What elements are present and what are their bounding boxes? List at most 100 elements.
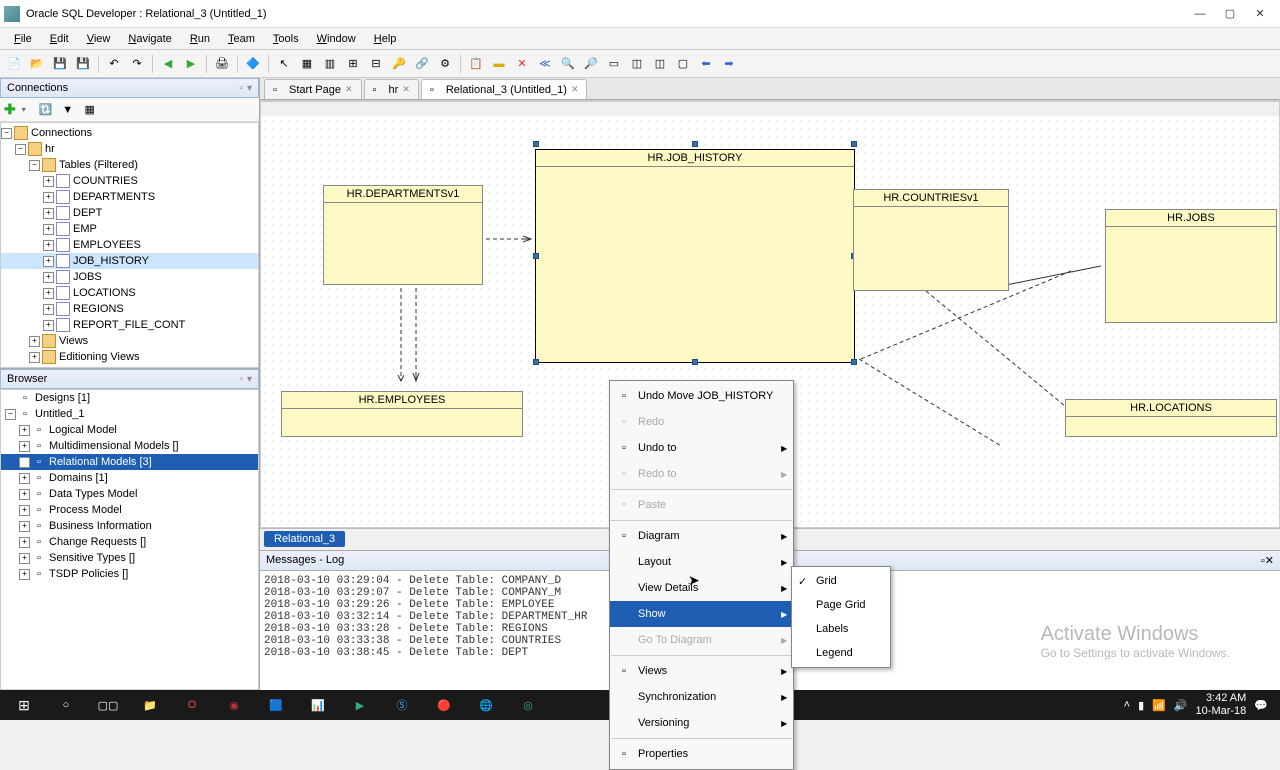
tree-item[interactable]: +COUNTRIES [1, 173, 258, 189]
print-icon[interactable]: 🖨 [212, 54, 232, 74]
save-icon[interactable]: 💾 [50, 54, 70, 74]
menu-window[interactable]: Window [309, 30, 364, 48]
new-icon[interactable]: 📄 [4, 54, 24, 74]
dm-icon[interactable]: 🔷 [243, 54, 263, 74]
browser-item[interactable]: +▫TSDP Policies [] [1, 566, 258, 582]
delete-icon[interactable]: ✕ [512, 54, 532, 74]
browser-item[interactable]: ▫Designs [1] [1, 390, 258, 406]
browser-item[interactable]: +▫Multidimensional Models [] [1, 438, 258, 454]
tree-item[interactable]: −hr [1, 141, 258, 157]
ctx-undo-move-job-history[interactable]: ▫Undo Move JOB_HISTORY [610, 383, 793, 409]
cortana-icon[interactable]: ○ [46, 691, 86, 719]
pk-icon[interactable]: 🔑 [389, 54, 409, 74]
redo-icon[interactable]: ↷ [127, 54, 147, 74]
table-icon[interactable]: ▦ [297, 54, 317, 74]
speaker-icon[interactable]: 🔊 [1174, 699, 1188, 712]
ctx-show[interactable]: Show▶ [610, 601, 793, 627]
zoom-out-icon[interactable]: 🔍 [558, 54, 578, 74]
minimize-button[interactable]: — [1192, 6, 1208, 22]
display-icon[interactable]: ▢ [673, 54, 693, 74]
explorer-icon[interactable]: 📁 [130, 691, 170, 719]
tree-item[interactable]: +REGIONS [1, 301, 258, 317]
task-view-icon[interactable]: ▢▢ [88, 691, 128, 719]
show-submenu[interactable]: ✓GridPage GridLabelsLegend [791, 566, 891, 668]
tree-item[interactable]: +DEPT [1, 205, 258, 221]
notifications-icon[interactable]: 💬 [1254, 699, 1268, 712]
clock[interactable]: 3:42 AM 10-Mar-18 [1196, 692, 1247, 718]
panel-min-icon[interactable]: ▫ [239, 374, 243, 385]
browser-item[interactable]: +▫Domains [1] [1, 470, 258, 486]
tree-item[interactable]: +EMP [1, 221, 258, 237]
view-icon[interactable]: ▥ [320, 54, 340, 74]
tree-item[interactable]: +EMPLOYEES [1, 237, 258, 253]
entity-HR-DEPARTMENTSv1[interactable]: HR.DEPARTMENTSv1 [323, 185, 483, 285]
app-icon[interactable]: ◎ [508, 691, 548, 719]
add-connection-icon[interactable]: ✚ [4, 101, 16, 118]
tree-item[interactable]: +DEPARTMENTS [1, 189, 258, 205]
sqldev-icon[interactable]: ▶ [340, 691, 380, 719]
tab-relational-3-untitled-1-[interactable]: ▫Relational_3 (Untitled_1)✕ [421, 79, 588, 99]
browser-item[interactable]: −▫Untitled_1 [1, 406, 258, 422]
browser-item[interactable]: +▫Logical Model [1, 422, 258, 438]
ctx-diagram[interactable]: ▫Diagram▶ [610, 523, 793, 549]
tray-chevron-icon[interactable]: ˄ [1124, 699, 1130, 711]
layout1-icon[interactable]: ◫ [627, 54, 647, 74]
app-icon[interactable]: 📊 [298, 691, 338, 719]
maximize-button[interactable]: ▢ [1222, 6, 1238, 22]
ctx-versioning[interactable]: Versioning▶ [610, 710, 793, 736]
refresh-icon[interactable]: 🔃 [38, 102, 54, 118]
app-icon[interactable]: 🟦 [256, 691, 296, 719]
sub-labels[interactable]: Labels [792, 617, 890, 641]
ctx-layout[interactable]: Layout▶ [610, 549, 793, 575]
tree-item[interactable]: +LOCATIONS [1, 285, 258, 301]
fit-icon[interactable]: ▭ [604, 54, 624, 74]
entity-HR-EMPLOYEES[interactable]: HR.EMPLOYEES [281, 391, 523, 437]
tab-close-icon[interactable]: ✕ [571, 84, 579, 95]
split-icon[interactable]: ⊞ [343, 54, 363, 74]
menu-run[interactable]: Run [182, 30, 218, 48]
forward-icon[interactable]: ➡ [719, 54, 739, 74]
note-icon[interactable]: ▬ [489, 54, 509, 74]
tab-start-page[interactable]: ▫Start Page✕ [264, 79, 362, 99]
skype-icon[interactable]: Ⓢ [382, 691, 422, 719]
menu-help[interactable]: Help [366, 30, 405, 48]
browser-tree[interactable]: ▫Designs [1]−▫Untitled_1+▫Logical Model+… [0, 389, 259, 690]
ddl-icon[interactable]: 📋 [466, 54, 486, 74]
tab-close-icon[interactable]: ✕ [402, 84, 410, 95]
menu-view[interactable]: View [79, 30, 119, 48]
browser-item[interactable]: +▫Process Model [1, 502, 258, 518]
tree-item[interactable]: +Editioning Views [1, 349, 258, 365]
system-tray[interactable]: ˄ ▮ 📶 🔊 3:42 AM 10-Mar-18 💬 [1124, 692, 1276, 718]
merge-icon[interactable]: ⊟ [366, 54, 386, 74]
menu-tools[interactable]: Tools [265, 30, 307, 48]
context-menu[interactable]: ▫Undo Move JOB_HISTORY▫Redo▫Undo to▶▫Red… [609, 380, 794, 770]
panel-close-icon[interactable]: ▾ [247, 83, 252, 94]
open-icon[interactable]: 📂 [27, 54, 47, 74]
wifi-icon[interactable]: 📶 [1152, 699, 1166, 712]
ctx-undo-to[interactable]: ▫Undo to▶ [610, 435, 793, 461]
entity-HR-JOB_HISTORY[interactable]: HR.JOB_HISTORY [535, 149, 855, 363]
filter-icon[interactable]: ▼ [60, 102, 76, 118]
nav-fwd-icon[interactable]: ▶ [181, 54, 201, 74]
tree-item[interactable]: +JOBS [1, 269, 258, 285]
app-icon[interactable]: 🔴 [424, 691, 464, 719]
ctx-properties[interactable]: ▫Properties [610, 741, 793, 767]
pointer-icon[interactable]: ↖ [274, 54, 294, 74]
app-icon[interactable]: ◉ [214, 691, 254, 719]
panel-min-icon[interactable]: ▫ [239, 83, 243, 94]
menu-file[interactable]: File [6, 30, 40, 48]
close-button[interactable]: ✕ [1252, 6, 1268, 22]
entity-HR-JOBS[interactable]: HR.JOBS [1105, 209, 1277, 323]
layout2-icon[interactable]: ◫ [650, 54, 670, 74]
tab-hr[interactable]: ▫hr✕ [364, 79, 419, 99]
menu-navigate[interactable]: Navigate [120, 30, 179, 48]
ctx-view-details[interactable]: View Details▶ [610, 575, 793, 601]
undo-icon[interactable]: ↶ [104, 54, 124, 74]
expand-icon[interactable]: ▦ [82, 102, 98, 118]
browser-item[interactable]: +▫Relational Models [3] [1, 454, 258, 470]
panel-close-icon[interactable]: ▾ [247, 374, 252, 385]
tree-item[interactable]: −Tables (Filtered) [1, 157, 258, 173]
engineer-icon[interactable]: ⚙ [435, 54, 455, 74]
zoom-in-icon[interactable]: 🔎 [581, 54, 601, 74]
fk-icon[interactable]: 🔗 [412, 54, 432, 74]
